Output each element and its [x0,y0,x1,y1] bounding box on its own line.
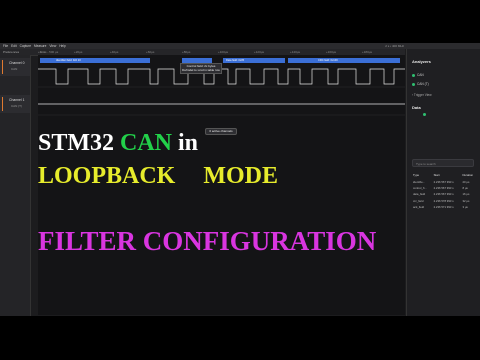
channels-popup: 0 active channels [205,128,237,135]
overlay-can: CAN [120,130,173,156]
channel-color-bar [2,97,3,111]
channel-name: Channel 0 [9,61,25,65]
overlay-line-1: STM32 CAN in [38,130,198,157]
menu-measure[interactable]: Measure [34,44,46,48]
channel-analyzer: CAN [11,67,18,71]
channel-1-header[interactable]: Channel 1 CAN (T) [0,95,30,113]
search-input[interactable]: Type to search [412,159,474,167]
ruler-tick: +0ms [38,50,46,54]
data-table: Type Start Duration identifie... 2.236 5… [412,172,478,210]
ruler-tick: +20µs [74,50,83,54]
ruler-tick: +140µs [290,50,300,54]
analyzer-can[interactable]: CAN [412,73,424,77]
analyzers-panel: Analyzers CAN CAN (T) › Trigger View Dat… [406,49,480,316]
status-dot [412,82,415,86]
trigger-view-toggle[interactable]: › Trigger View [412,93,432,97]
menu-file[interactable]: File [3,44,8,48]
ruler-tick: +160µs [326,50,336,54]
menu-view[interactable]: View [49,44,56,48]
overlay-mode: MODE [203,163,279,189]
ruler-tick: +100µs [218,50,228,54]
frame-label: Data field: 0x05 [226,59,245,62]
decode-frame[interactable] [288,58,400,63]
overlay-line-2: LOOPBACK MODE [38,163,278,190]
chevron-right-icon: › [412,93,414,97]
ruler-tick: +120µs [254,50,264,54]
ruler-tick: +40µs [110,50,119,54]
cell-duration: 3 µs [462,205,468,210]
tooltip-line: Defmdel to xxxd in table row [182,68,220,72]
overlay-stm32: STM32 [38,130,115,156]
overlay-line-3: FILTER CONFIGURATION [38,226,377,256]
frame-label: Identifier field: 0x0 10 [56,59,81,62]
analyzer-label: CAN [417,73,424,77]
cell-start: 2.236 571 993 s [433,205,454,210]
analyzer-can-t[interactable]: CAN (T) [412,82,429,86]
channel-name: Channel 1 [9,98,25,102]
ruler-tick: +180µs [362,50,372,54]
data-title: Data [412,105,421,110]
overlay-loopback: LOOPBACK [38,163,176,189]
frame-label: CRC field: 0x1F0 [318,59,338,62]
trigger-label: Trigger View [413,93,432,97]
analyzers-title: Analyzers [412,59,431,64]
app-window: File Edit Capture Measure View Help 2 s … [0,43,480,316]
overlay-in: in [178,130,199,156]
menu-help[interactable]: Help [59,44,66,48]
channel-0-header[interactable]: Channel 0 CAN [0,58,30,76]
preferences-label[interactable]: Preferences [3,50,19,54]
table-row[interactable]: ack_field 2.236 571 993 s 3 µs [412,204,478,210]
capture-status: 2 s • 400 MHz [385,44,404,48]
menu-edit[interactable]: Edit [11,44,17,48]
ruler-tick: +80µs [182,50,191,54]
channel-sidebar: Channel 0 CAN Channel 1 CAN (T) [0,55,31,316]
cell-type: ack_field [413,205,425,210]
menu-capture[interactable]: Capture [20,44,31,48]
channel-color-bar [2,60,3,74]
ruler-tick: +60µs [146,50,155,54]
channel-analyzer: CAN (T) [11,104,22,108]
status-dot [423,106,428,124]
analyzer-label: CAN (T) [417,82,429,86]
frame-tooltip: Control field: 2x bytes Defmdel to xxxd … [180,63,222,74]
status-dot [412,73,415,77]
